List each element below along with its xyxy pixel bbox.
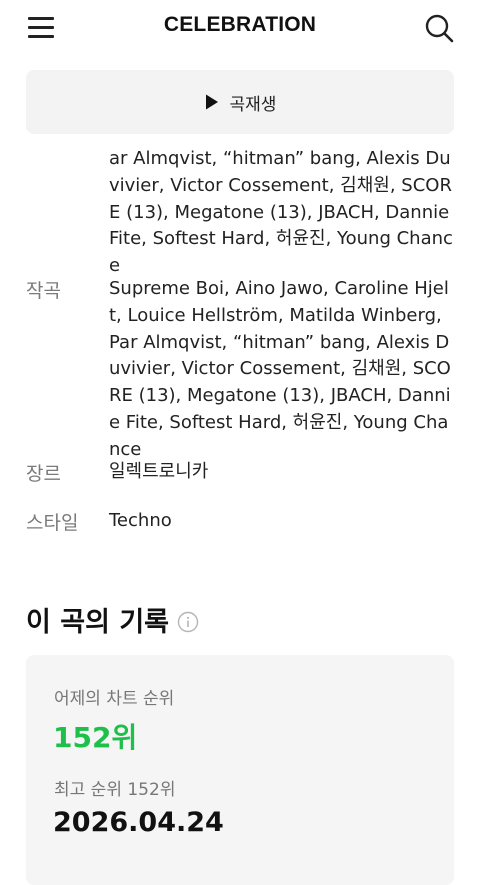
play-icon: [204, 93, 220, 111]
yesterday-chart-rank-value: 152위: [53, 721, 138, 754]
song-record-section-title: 이 곡의 기록: [26, 600, 199, 639]
lyricist-value: ar Almqvist, “hitman” bang, Alexis Duviv…: [109, 148, 453, 277]
info-icon[interactable]: [177, 609, 199, 632]
search-icon[interactable]: [424, 13, 454, 43]
page-title: CELEBRATION: [163, 13, 317, 36]
best-rank-label: 최고 순위 152위: [54, 780, 176, 800]
genre-label: 장르: [26, 463, 61, 485]
song-record-card: 어제의 차트 순위 152위 최고 순위 152위 2026.04.24: [26, 655, 454, 885]
style-label: 스타일: [26, 512, 79, 534]
play-song-label: 곡재생: [229, 94, 277, 115]
best-rank-date: 2026.04.24: [53, 807, 224, 838]
song-record-title: 이 곡의 기록: [26, 607, 169, 638]
genre-value: 일렉트로니카: [109, 461, 209, 482]
top-app-bar: CELEBRATION: [0, 0, 480, 56]
style-value: Techno: [109, 510, 172, 531]
yesterday-chart-rank-label: 어제의 차트 순위: [54, 689, 175, 709]
play-song-button[interactable]: 곡재생: [26, 70, 454, 134]
composer-label: 작곡: [26, 280, 61, 302]
composer-value: Supreme Boi, Aino Jawo, Caroline Hjelt, …: [109, 278, 451, 460]
